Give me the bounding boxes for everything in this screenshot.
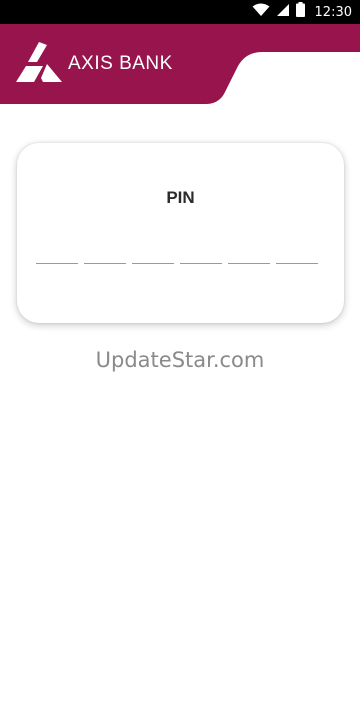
status-icons: 12:30 <box>252 0 352 24</box>
battery-icon <box>295 2 305 22</box>
pin-entry-card: PIN <box>17 143 344 323</box>
pin-digit-4[interactable] <box>180 261 222 264</box>
pin-digit-1[interactable] <box>36 261 78 264</box>
pin-digit-5[interactable] <box>228 261 270 264</box>
status-bar: 12:30 <box>0 0 360 24</box>
watermark-text: UpdateStar.com <box>95 348 265 372</box>
pin-digit-3[interactable] <box>132 261 174 264</box>
axis-bank-logo: AXIS BANK <box>16 41 173 87</box>
pin-input[interactable] <box>36 261 318 264</box>
axis-bank-logo-icon <box>16 41 62 87</box>
pin-label: PIN <box>166 188 195 207</box>
brand-name: AXIS BANK <box>68 53 173 74</box>
cellular-signal-icon <box>276 3 290 22</box>
status-time: 12:30 <box>314 4 352 20</box>
pin-digit-6[interactable] <box>276 261 318 264</box>
pin-digit-2[interactable] <box>84 261 126 264</box>
wifi-icon <box>252 3 270 22</box>
